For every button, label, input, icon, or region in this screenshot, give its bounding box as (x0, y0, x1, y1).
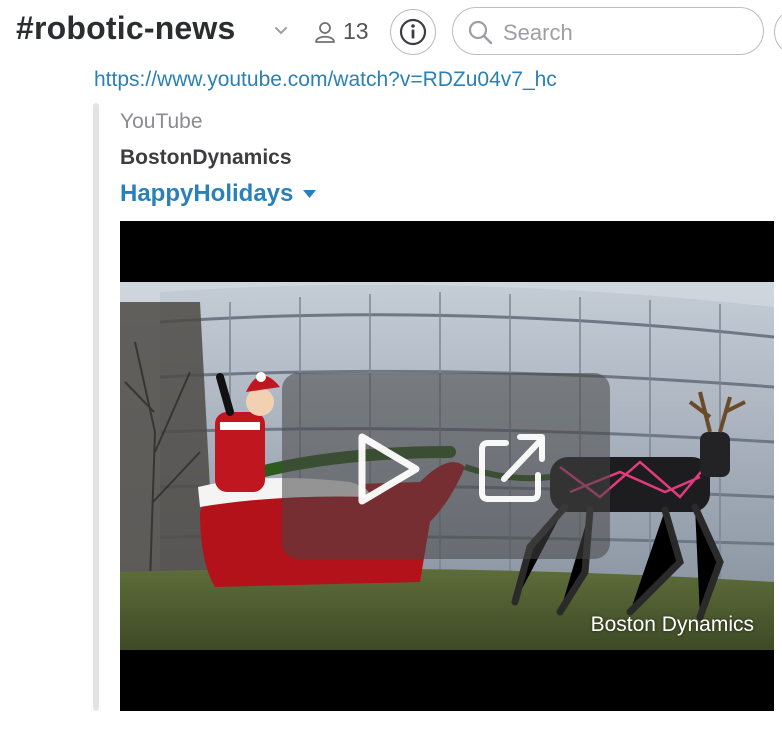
video-controls-overlay (282, 373, 610, 559)
message-link[interactable]: https://www.youtube.com/watch?v=RDZu04v7… (94, 68, 557, 92)
video-watermark: Boston Dynamics (590, 613, 754, 636)
video-player[interactable]: Boston Dynamics (120, 221, 774, 711)
open-external-icon[interactable] (478, 429, 548, 503)
caret-down-icon[interactable] (303, 189, 317, 199)
channel-name[interactable]: #robotic-news (16, 10, 236, 47)
attachment-title[interactable]: HappyHolidays (120, 180, 317, 208)
attachment-border (93, 103, 99, 711)
info-button[interactable] (390, 9, 436, 55)
info-icon (399, 18, 427, 46)
play-icon[interactable] (348, 429, 428, 509)
channel-header: #robotic-news 13 Search (0, 0, 782, 64)
chevron-down-icon[interactable] (274, 26, 288, 36)
search-placeholder: Search (503, 20, 573, 45)
search-input[interactable]: Search (452, 7, 764, 55)
attachment-provider: YouTube (120, 110, 203, 133)
video-title-text[interactable]: HappyHolidays (120, 180, 293, 208)
member-icon[interactable] (313, 20, 337, 44)
search-icon (468, 20, 493, 45)
slack-channel-view: #robotic-news 13 Search https://www.yout… (0, 0, 782, 737)
header-action-button[interactable] (774, 9, 782, 55)
member-count[interactable]: 13 (343, 18, 369, 45)
attachment-author[interactable]: BostonDynamics (120, 146, 292, 170)
